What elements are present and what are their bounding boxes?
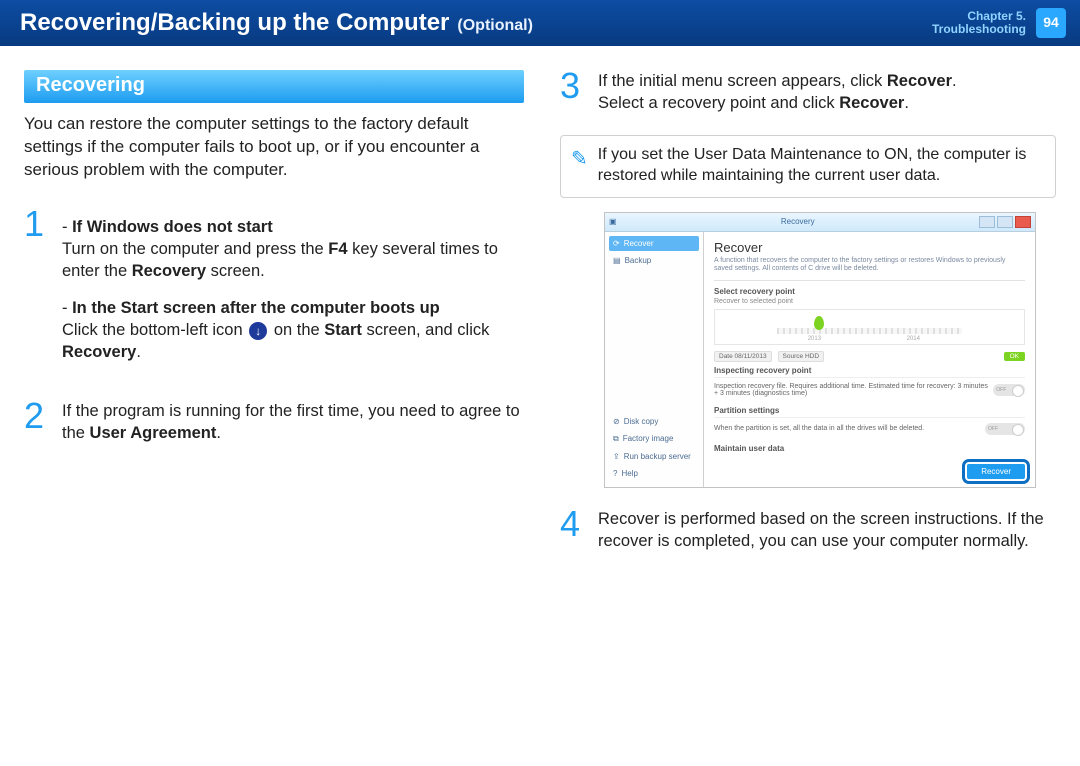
down-arrow-circle-icon: ↓ (249, 322, 267, 340)
step4-text: Recover is performed based on the screen… (598, 508, 1056, 553)
sidebar-item-diskcopy[interactable]: ⊘Disk copy (609, 414, 699, 429)
screenshot-desc: A function that recovers the computer to… (714, 257, 1025, 281)
content-columns: Recovering You can restore the computer … (0, 46, 1080, 572)
header-bar: Recovering/Backing up the Computer (Opti… (0, 0, 1080, 46)
note-box: ✎ If you set the User Data Maintenance t… (560, 135, 1056, 198)
title-main: Recovering/Backing up the Computer (20, 9, 449, 37)
page-number-badge: 94 (1036, 8, 1066, 38)
step-number-4: 4 (560, 508, 586, 553)
chapter-line2: Troubleshooting (932, 23, 1026, 36)
step-3: 3 If the initial menu screen appears, cl… (560, 70, 1056, 115)
partition-sub: When the partition is set, all the data … (714, 425, 924, 432)
inspect-toggle[interactable]: OFFON (993, 384, 1025, 396)
partition-toggle[interactable]: OFFON (985, 423, 1025, 435)
window-titlebar: ▣ Recovery (605, 213, 1035, 232)
step-number-3: 3 (560, 70, 586, 115)
select-recovery-label: Select recovery point (714, 287, 1025, 296)
screenshot-heading: Recover (714, 240, 1025, 255)
step1-sub-b: In the Start screen after the computer b… (62, 297, 524, 364)
inspect-sub: Inspection recovery file. Requires addit… (714, 383, 993, 397)
step-number-1: 1 (24, 208, 50, 380)
intro-paragraph: You can restore the computer settings to… (24, 113, 524, 182)
section-heading-recovering: Recovering (24, 70, 524, 103)
ok-badge: OK (1004, 352, 1025, 361)
screenshot-main: Recover A function that recovers the com… (704, 232, 1035, 487)
recovery-timeline[interactable]: 2013 2014 (714, 309, 1025, 345)
recovery-source: Source HDD (778, 351, 824, 362)
server-icon: ⇪ (613, 452, 620, 461)
close-icon[interactable] (1015, 216, 1031, 228)
screenshot-sidebar: ⟳Recover ▤Backup ⊘Disk copy ⧉Factory ima… (605, 232, 704, 487)
step-number-2: 2 (24, 400, 50, 445)
maintain-label: Maintain user data (714, 444, 1025, 453)
maximize-icon[interactable] (997, 216, 1013, 228)
step-2: 2 If the program is running for the firs… (24, 400, 524, 445)
chapter-indicator: Chapter 5. Troubleshooting 94 (932, 8, 1066, 38)
right-column: 3 If the initial menu screen appears, cl… (560, 70, 1056, 572)
step1-sub-a: If Windows does not start Turn on the co… (62, 216, 524, 283)
sidebar-item-help[interactable]: ?Help (609, 466, 699, 481)
page-title: Recovering/Backing up the Computer (Opti… (20, 9, 533, 37)
recovery-date: Date 08/11/2013 (714, 351, 772, 362)
window-title: Recovery (781, 217, 815, 226)
select-recovery-sub: Recover to selected point (714, 298, 1025, 305)
step-1: 1 If Windows does not start Turn on the … (24, 208, 524, 380)
sidebar-item-factoryimage[interactable]: ⧉Factory image (609, 431, 699, 447)
recover-button[interactable]: Recover (967, 464, 1025, 479)
note-icon: ✎ (571, 146, 588, 187)
sidebar-item-backup[interactable]: ▤Backup (609, 253, 699, 268)
factory-icon: ⧉ (613, 434, 619, 444)
timeline-pin-icon[interactable] (814, 316, 824, 330)
note-text: If you set the User Data Maintenance to … (598, 144, 1043, 187)
partition-label: Partition settings (714, 406, 1025, 415)
disk-icon: ⊘ (613, 417, 620, 426)
sidebar-item-recover[interactable]: ⟳Recover (609, 236, 699, 251)
recovery-app-screenshot: ▣ Recovery ⟳Recover ▤Backup ⊘Disk copy (604, 212, 1036, 488)
step-4: 4 Recover is performed based on the scre… (560, 508, 1056, 553)
inspect-label: Inspecting recovery point (714, 366, 1025, 375)
left-column: Recovering You can restore the computer … (24, 70, 524, 572)
title-optional: (Optional) (457, 17, 533, 35)
sidebar-item-runbackup[interactable]: ⇪Run backup server (609, 449, 699, 464)
minimize-icon[interactable] (979, 216, 995, 228)
titlebar-left-icon: ▣ (609, 217, 617, 226)
backup-icon: ▤ (613, 256, 621, 265)
recover-icon: ⟳ (613, 239, 620, 248)
help-icon: ? (613, 469, 617, 478)
